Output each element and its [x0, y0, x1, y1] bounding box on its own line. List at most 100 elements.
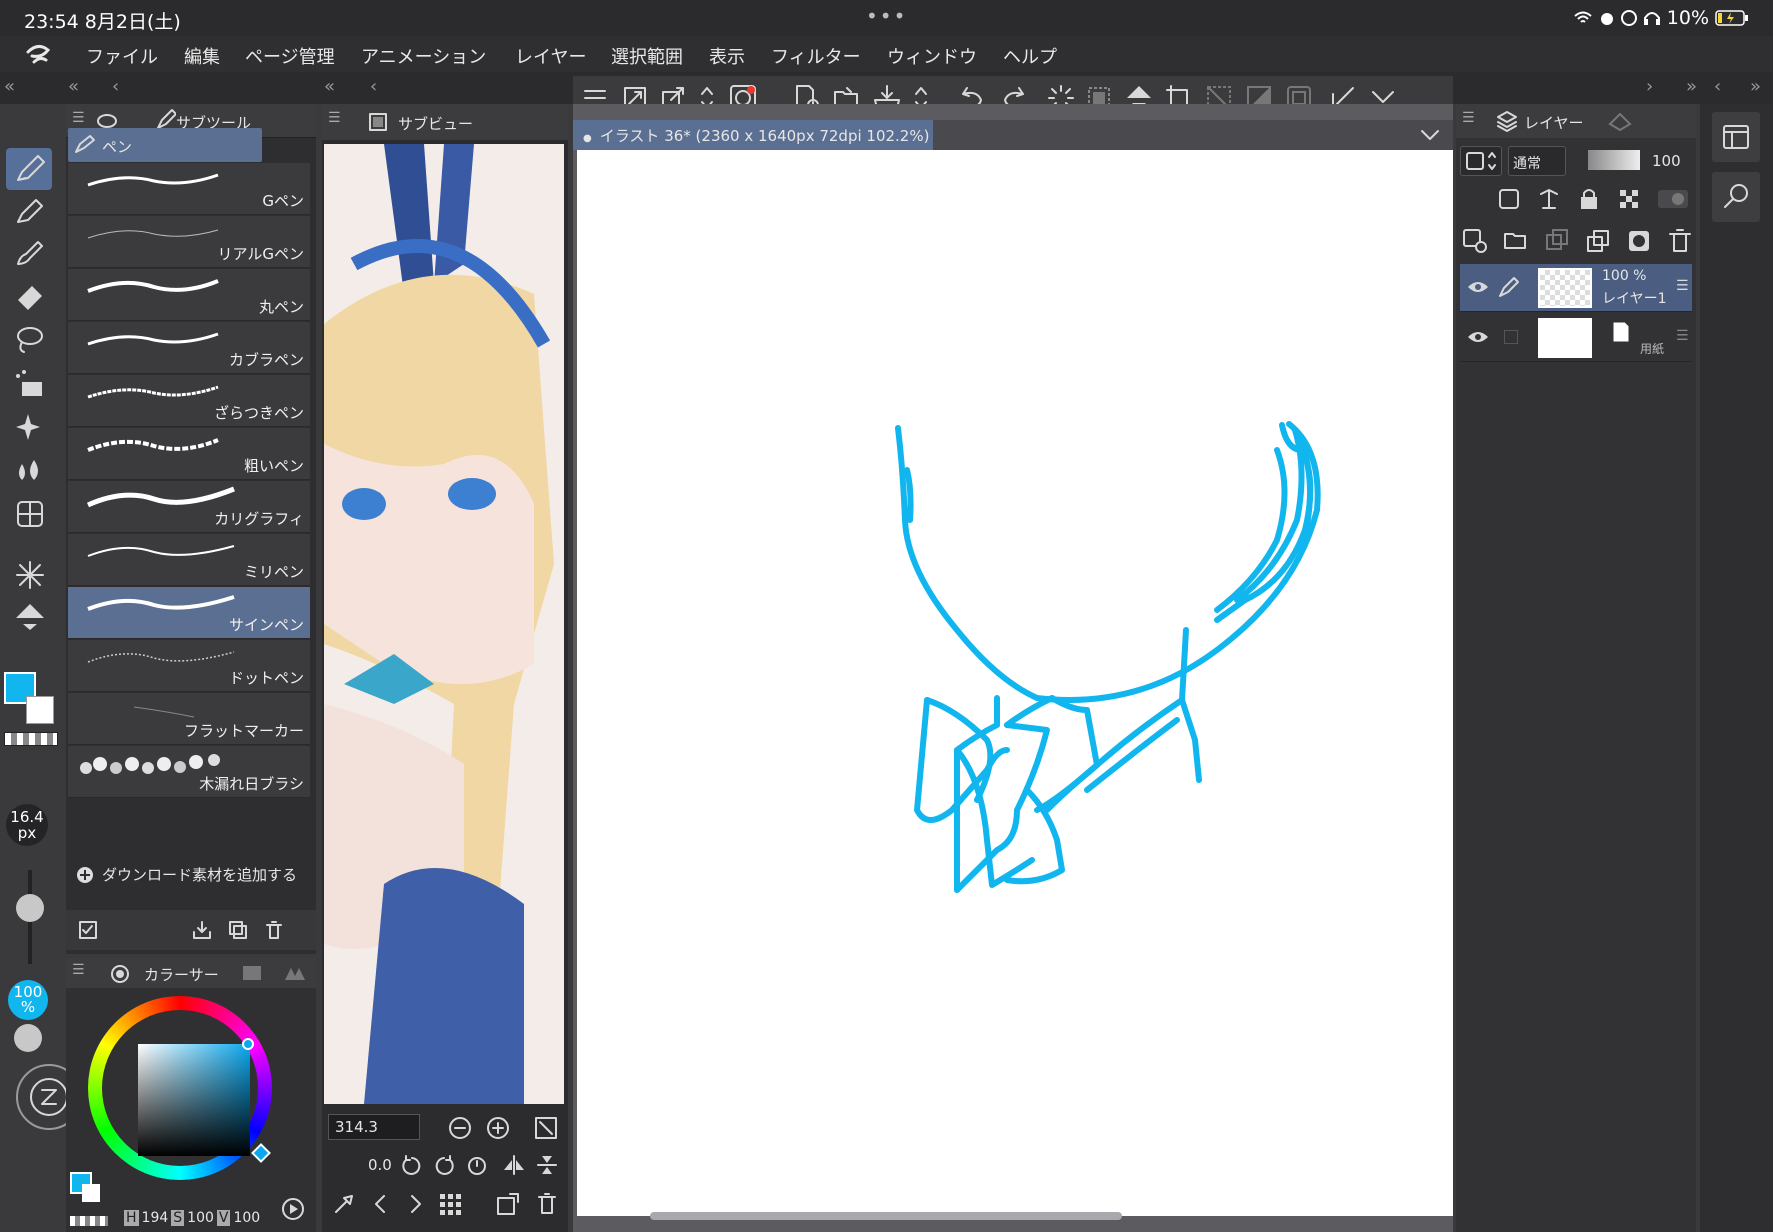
menu-window[interactable]: ウィンドウ [887, 43, 977, 69]
layer-tab-label[interactable]: レイヤー [1524, 112, 1584, 133]
import-image-icon[interactable] [496, 1192, 520, 1216]
duplicate-icon[interactable] [228, 920, 248, 940]
tool-sparkle[interactable] [6, 406, 52, 448]
previous-image-icon[interactable] [370, 1192, 392, 1216]
tool-pen[interactable] [6, 148, 52, 190]
merge-layer-icon[interactable] [1585, 228, 1611, 254]
layer-opacity-value[interactable]: 100 [1652, 152, 1681, 170]
menu-layer[interactable]: レイヤー [515, 43, 586, 69]
subview-reference-image[interactable] [324, 144, 564, 1104]
trash-icon[interactable] [264, 920, 284, 940]
panel-menu-icon[interactable]: ☰ [1462, 110, 1475, 126]
drawing-canvas[interactable] [577, 150, 1453, 1216]
panel-menu-icon[interactable]: ☰ [72, 962, 85, 978]
sub-color-swatch[interactable] [26, 696, 54, 724]
subtool-item-kabura-pen[interactable]: カブラペン [68, 322, 310, 374]
chevron-left-icon[interactable]: ‹ [1714, 76, 1721, 97]
eyedropper-icon[interactable] [332, 1192, 356, 1216]
menu-help[interactable]: ヘルプ [1003, 43, 1057, 69]
layer-property-tab-icon[interactable] [1608, 110, 1632, 132]
menu-edit[interactable]: 編集 [184, 43, 220, 69]
reference-layer-icon[interactable] [1536, 186, 1562, 212]
panel-menu-icon[interactable]: ☰ [328, 110, 341, 126]
flip-horizontal-icon[interactable] [502, 1154, 526, 1176]
tool-eraser[interactable] [6, 274, 52, 316]
clip-layer-icon[interactable] [1496, 186, 1522, 212]
copy-layer-icon[interactable] [1544, 228, 1570, 254]
zoom-out-icon[interactable] [448, 1116, 472, 1140]
menu-page[interactable]: ページ管理 [245, 43, 335, 69]
collapse-subtool-icon[interactable]: « [68, 76, 79, 97]
navigator-dock-button[interactable] [1712, 112, 1760, 162]
subtool-group-pen[interactable]: ペン [68, 128, 262, 162]
search-dock-button[interactable] [1712, 172, 1760, 222]
transparent-swatch[interactable] [4, 732, 58, 746]
app-logo-icon[interactable] [24, 42, 52, 66]
canvas-horizontal-scrollbar[interactable] [650, 1212, 1122, 1220]
mask-toggle-icon[interactable] [1656, 186, 1690, 212]
document-tab[interactable]: ● イラスト 36* (2360 x 1640px 72dpi 102.2%) [573, 120, 933, 150]
lock-transparency-icon[interactable] [1616, 186, 1642, 212]
drag-handle-icon[interactable]: ☰ [1676, 328, 1689, 344]
brush-size-slider-thumb[interactable] [16, 894, 44, 922]
subtool-item-zaratsuki-pen[interactable]: ざらつきペン [68, 375, 310, 427]
tool-brush[interactable] [6, 232, 52, 274]
tool-fill[interactable] [6, 362, 52, 404]
subtool-item-maru-pen[interactable]: 丸ペン [68, 269, 310, 321]
color-set-tab-icon[interactable] [284, 964, 306, 982]
hue-picker-handle[interactable] [251, 1143, 271, 1163]
brush-size-indicator[interactable]: 16.4 px [6, 804, 48, 846]
layer-mask-icon[interactable] [1626, 228, 1652, 254]
rotate-left-icon[interactable] [400, 1154, 422, 1176]
opacity-slider-thumb[interactable] [14, 1024, 42, 1052]
checkbox-list-icon[interactable] [78, 920, 98, 940]
blending-toggle[interactable] [1460, 146, 1502, 176]
subview-tab-label[interactable]: サブビュー [398, 113, 473, 134]
zoom-in-icon[interactable] [486, 1116, 510, 1140]
new-folder-icon[interactable] [1503, 228, 1529, 254]
chevron-left-icon[interactable]: ‹ [112, 76, 119, 97]
flip-vertical-icon[interactable] [536, 1154, 558, 1176]
tool-blend[interactable] [6, 450, 52, 492]
grid-view-icon[interactable] [438, 1192, 462, 1216]
expand-far-right-icon[interactable]: » [1750, 76, 1761, 97]
color-sub-mini[interactable] [82, 1184, 100, 1202]
saturation-value-square[interactable] [138, 1044, 250, 1156]
import-icon[interactable] [192, 920, 212, 940]
subtool-item-dot-pen[interactable]: ドットペン [68, 640, 310, 692]
tool-pencil[interactable] [6, 190, 52, 232]
menu-animation[interactable]: アニメーション [361, 43, 486, 69]
chevron-down-icon[interactable] [1419, 126, 1441, 144]
rotate-right-icon[interactable] [434, 1154, 456, 1176]
subtool-item-milli-pen[interactable]: ミリペン [68, 534, 310, 586]
color-tab-label[interactable]: カラーサー [144, 964, 219, 985]
expand-right-icon[interactable]: » [1686, 76, 1697, 97]
new-raster-layer-icon[interactable] [1462, 228, 1488, 254]
collapse-left-icon[interactable]: « [4, 76, 15, 97]
tool-effect[interactable] [6, 554, 52, 596]
layer-check-box[interactable] [1504, 330, 1518, 344]
layer-row[interactable]: 100 % レイヤー1 ☰ [1460, 264, 1692, 312]
opacity-indicator[interactable]: 100 % [8, 980, 48, 1020]
subtool-item-komorebi-brush[interactable]: 木漏れ日ブラシ [68, 746, 310, 798]
menu-filter[interactable]: フィルター [771, 43, 861, 69]
reset-rotation-icon[interactable] [466, 1154, 488, 1176]
trash-icon[interactable] [536, 1192, 558, 1216]
chevron-left-icon[interactable]: ‹ [370, 76, 377, 97]
eye-icon[interactable] [1466, 277, 1490, 297]
add-download-material[interactable]: ダウンロード素材を追加する [76, 864, 297, 885]
collapse-subview-icon[interactable]: « [324, 76, 335, 97]
menu-file[interactable]: ファイル [86, 43, 158, 69]
sv-picker-handle[interactable] [242, 1038, 254, 1050]
lock-icon[interactable] [1576, 186, 1602, 212]
tool-shape[interactable] [6, 596, 52, 638]
next-image-icon[interactable] [404, 1192, 426, 1216]
delete-layer-icon[interactable] [1667, 228, 1693, 254]
eye-icon[interactable] [1466, 327, 1490, 347]
subtool-item-gpen[interactable]: Gペン [68, 163, 310, 215]
panel-menu-icon[interactable]: ☰ [72, 110, 85, 126]
tool-lasso[interactable] [6, 318, 52, 360]
subtool-item-arai-pen[interactable]: 粗いペン [68, 428, 310, 480]
drag-handle-icon[interactable]: ☰ [1676, 278, 1689, 294]
color-slider-tab-icon[interactable] [242, 964, 262, 982]
